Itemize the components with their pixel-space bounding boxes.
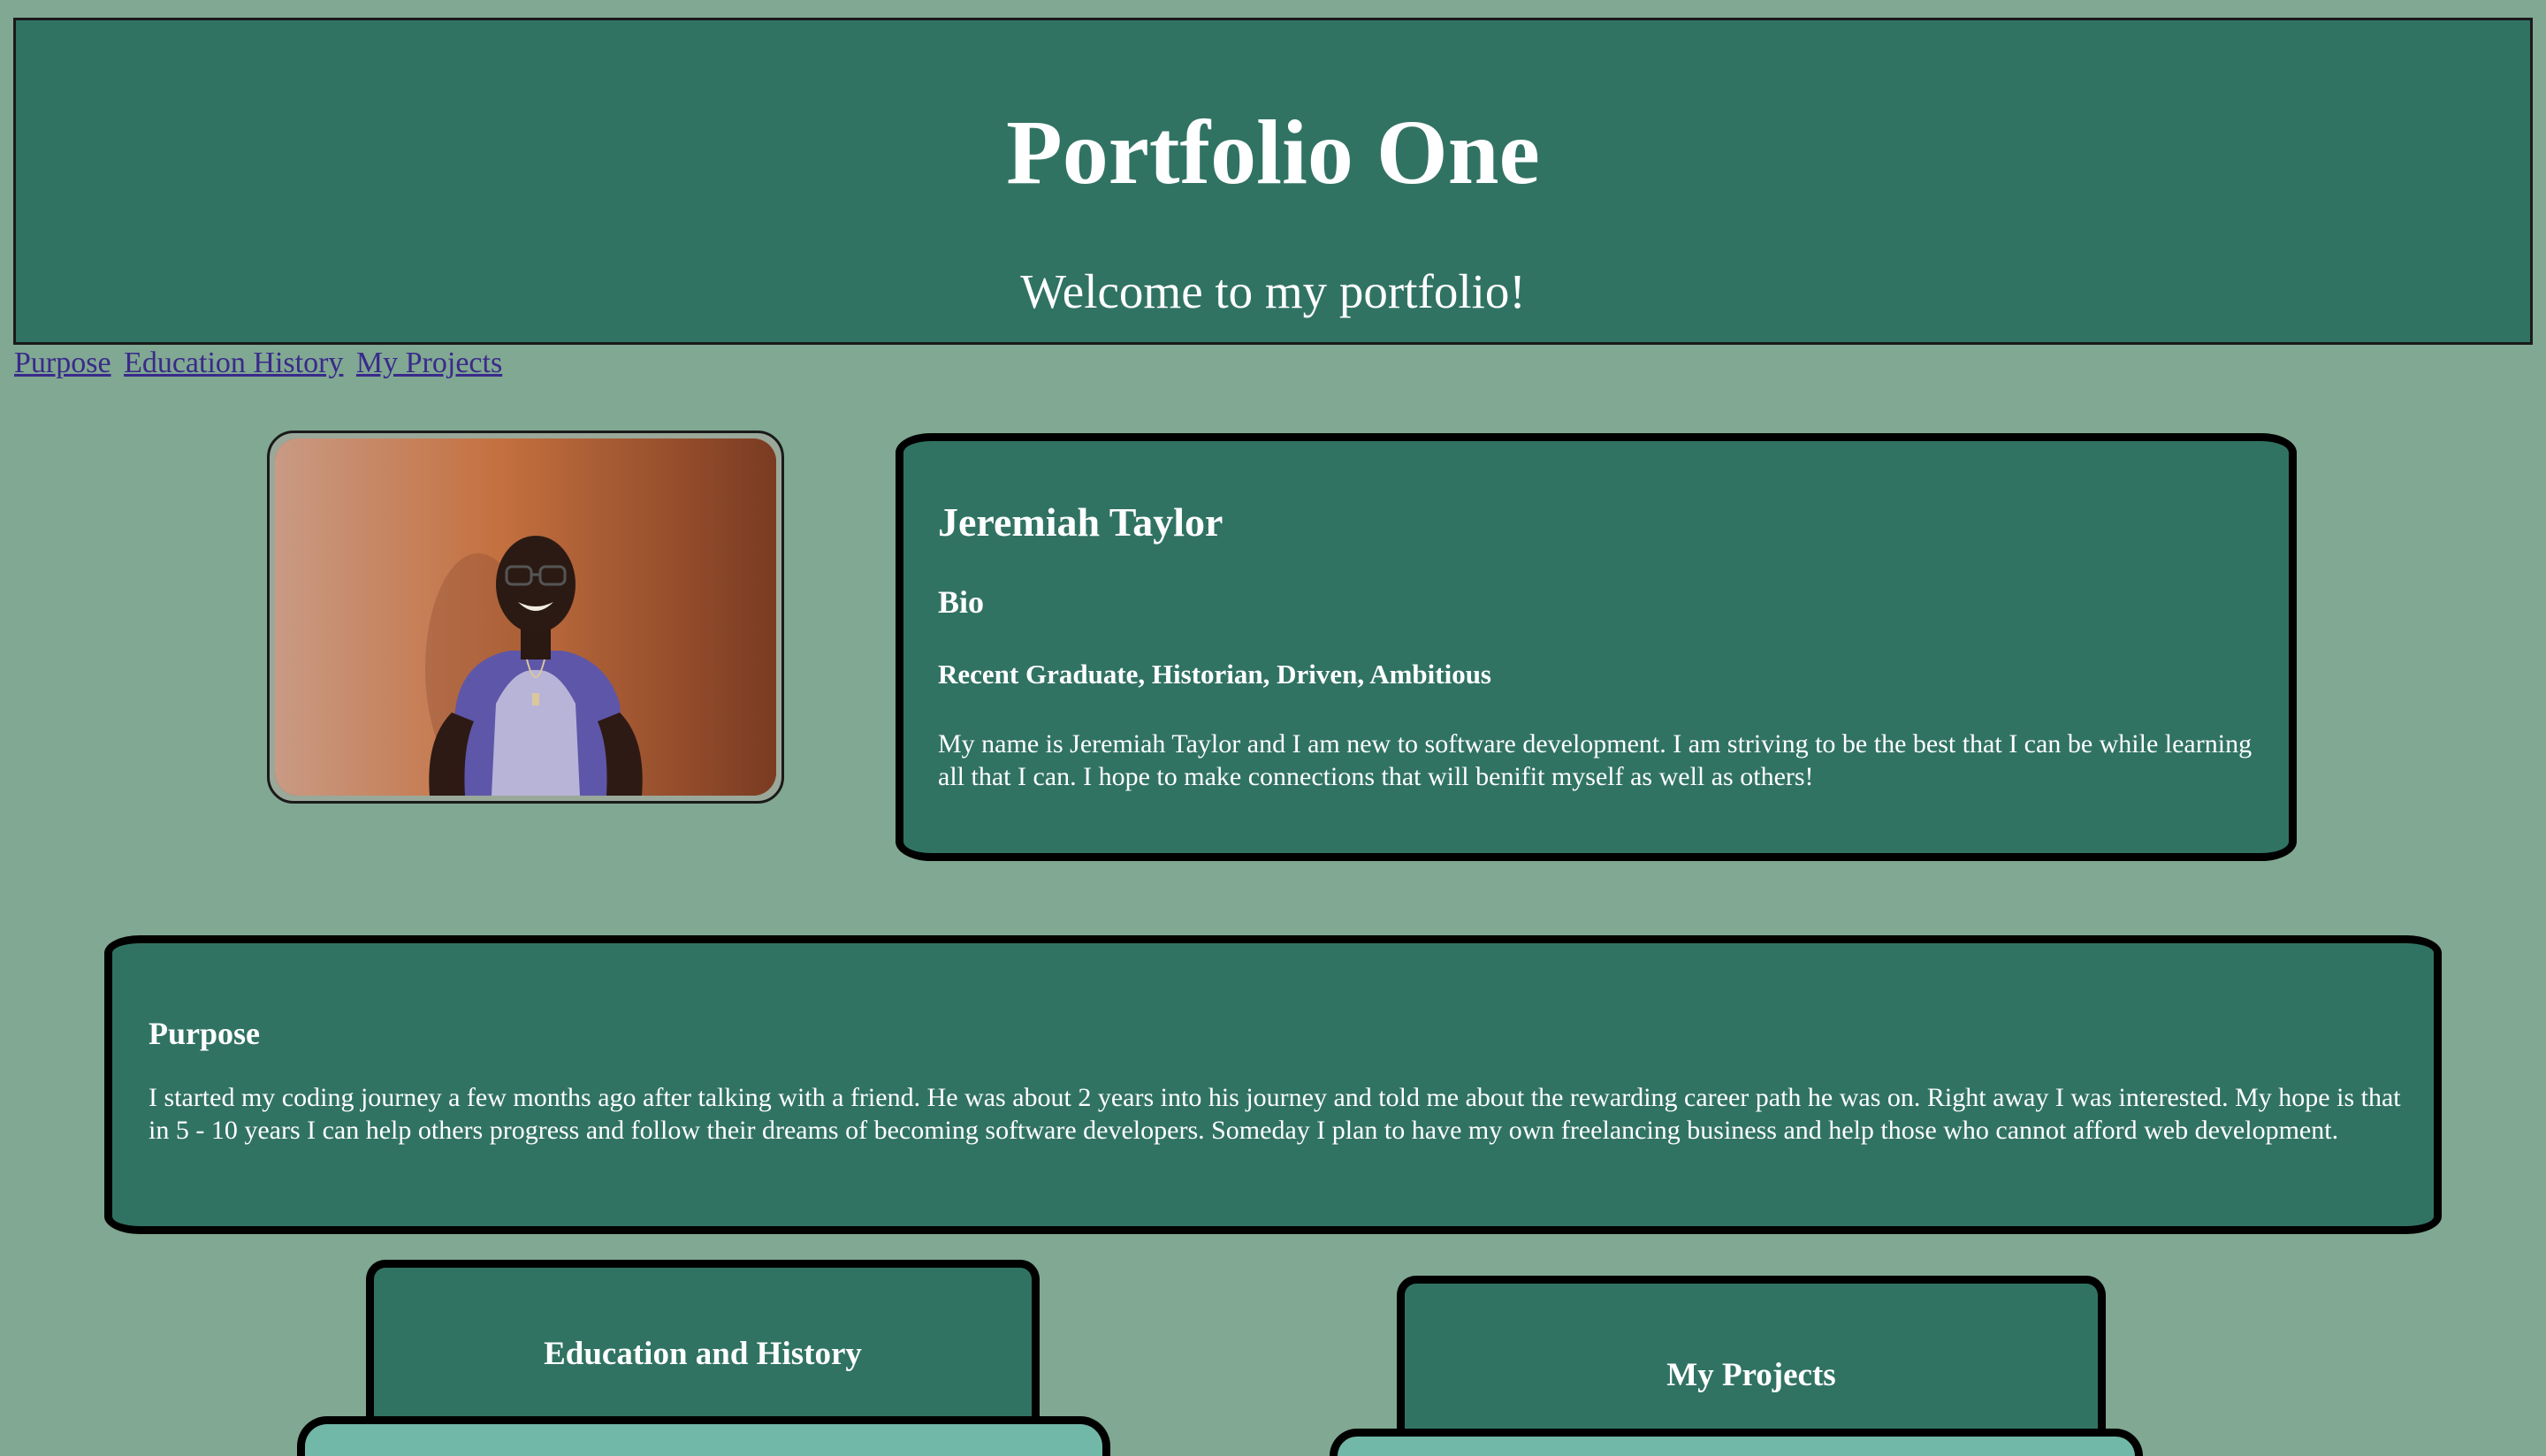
portfolio-page: Portfolio One Welcome to my portfolio! P…	[0, 0, 2546, 1456]
page-subtitle: Welcome to my portfolio!	[1020, 264, 1526, 318]
profile-photo-frame	[267, 431, 784, 804]
projects-section-title: My Projects	[1666, 1357, 1836, 1393]
nav-link-purpose[interactable]: Purpose	[14, 347, 111, 379]
page-title: Portfolio One	[1006, 102, 1540, 203]
profile-photo-illustration	[275, 438, 776, 796]
bio-text: My name is Jeremiah Taylor and I am new …	[938, 729, 2253, 791]
education-content-card	[297, 1416, 1110, 1456]
nav-link-my-projects[interactable]: My Projects	[356, 347, 502, 379]
profile-photo	[275, 438, 776, 796]
bio-tags: Recent Graduate, Historian, Driven, Ambi…	[938, 659, 1491, 690]
projects-content-card	[1330, 1429, 2143, 1456]
education-section-title: Education and History	[544, 1336, 862, 1372]
page-header: Portfolio One Welcome to my portfolio!	[13, 18, 2533, 345]
bio-card: Jeremiah Taylor Bio Recent Graduate, His…	[896, 433, 2297, 861]
nav-link-education-history[interactable]: Education History	[124, 347, 343, 379]
purpose-card: Purpose I started my coding journey a fe…	[104, 935, 2442, 1234]
bio-name: Jeremiah Taylor	[938, 499, 1223, 545]
nav-bar: Purpose Education History My Projects	[14, 343, 507, 384]
purpose-heading: Purpose	[149, 1016, 260, 1051]
bio-heading: Bio	[938, 584, 985, 620]
purpose-text: I started my coding journey a few months…	[149, 1083, 2401, 1145]
